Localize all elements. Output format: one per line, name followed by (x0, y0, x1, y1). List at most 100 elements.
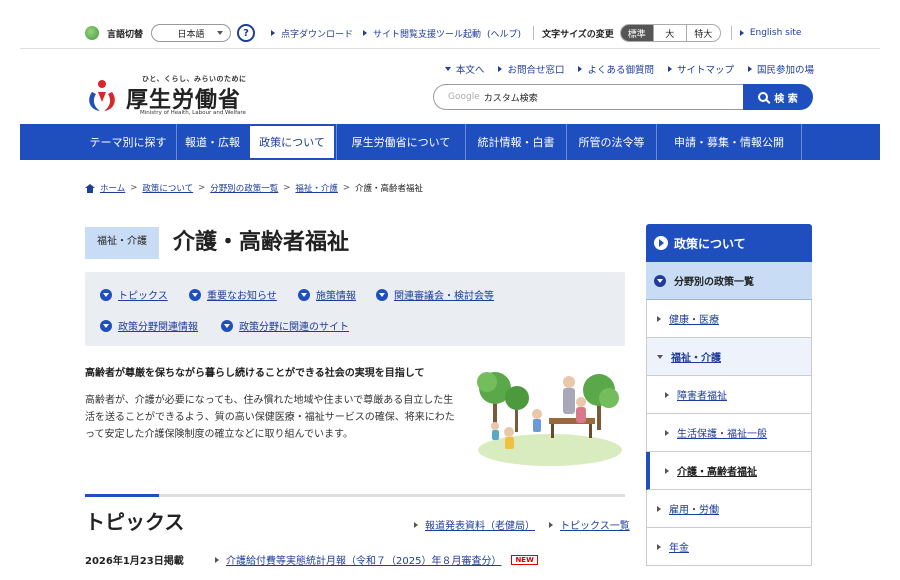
sitemap-link[interactable]: サイトマップ (667, 62, 734, 76)
anchor-councils-label: 関連審議会・検討会等 (394, 291, 494, 302)
arrow-right-icon (665, 391, 669, 398)
side-nav-item-label[interactable]: 雇用・労働 (669, 501, 719, 516)
sitemap-label: サイトマップ (676, 65, 734, 76)
side-nav-item-health[interactable]: 健康・医療 (646, 300, 812, 338)
divider (730, 26, 732, 40)
english-site-label: English site (749, 28, 802, 38)
anchor-important-notices-label: 重要なお知らせ (207, 291, 277, 302)
arrow-right-icon (215, 556, 219, 563)
anchor-related-info-label: 政策分野関連情報 (118, 322, 198, 333)
news-item: 2026年1月23日掲載 介護給付費等実態統計月報（令和７（2025）年８月審査… (85, 552, 625, 567)
search-input[interactable]: Google カスタム検索 (433, 84, 743, 110)
faq-link[interactable]: よくある御質問 (578, 62, 654, 76)
breadcrumb-policy-list[interactable]: 分野別の政策一覧 (210, 182, 278, 194)
side-nav-item-disability[interactable]: 障害者福祉 (646, 376, 812, 414)
topics-heading: トピックス (85, 510, 185, 534)
side-nav-item-elderly-care[interactable]: 介護・高齢者福祉 (646, 452, 812, 490)
accessibility-tool-link[interactable]: サイト閲覧支援ツール起動 (363, 27, 481, 40)
public-participation-link[interactable]: 国民参加の場 (747, 62, 814, 76)
contact-link[interactable]: お問合せ窓口 (498, 62, 564, 76)
side-nav-item-label[interactable]: 障害者福祉 (677, 387, 727, 402)
breadcrumb: ホーム > 政策について > 分野別の政策一覧 > 福祉・介護 > 介護・高齢者福祉 (85, 182, 423, 194)
font-size-large-button[interactable]: 大 (654, 25, 687, 41)
anchor-related-sites[interactable]: 政策分野に関連のサイト (221, 318, 349, 333)
chevron-down-icon (657, 354, 663, 359)
site-logo[interactable]: ひと、くらし、みらいのために 厚生労働省 Ministry of Health,… (84, 74, 254, 118)
chevron-down-icon (189, 288, 201, 301)
anchor-policy-info-label: 施策情報 (316, 291, 356, 302)
nav-item-policy[interactable]: 政策について (248, 124, 336, 160)
breadcrumb-current: 介護・高齢者福祉 (355, 184, 424, 194)
nav-item-press[interactable]: 報道・広報 (176, 124, 248, 160)
search-button[interactable]: 検 索 (743, 84, 813, 110)
chevron-down-icon (100, 319, 112, 332)
section-divider (85, 494, 625, 497)
help-button[interactable]: ? (237, 24, 256, 42)
arrow-right-icon (739, 30, 744, 36)
font-size-xlarge-button[interactable]: 特大 (687, 25, 720, 41)
skip-to-content-link[interactable]: 本文へ (444, 62, 484, 76)
intro-body: 高齢者が、介護が必要になっても、住み慣れた地域や住まいで尊厳ある自立した生活を送… (85, 395, 455, 440)
breadcrumb-welfare[interactable]: 福祉・介護 (295, 182, 338, 194)
chevron-down-icon (654, 274, 666, 287)
breadcrumb-home[interactable]: ホーム (100, 182, 125, 194)
side-nav-item-label[interactable]: 健康・医療 (669, 311, 719, 326)
language-select[interactable]: 日本語 (151, 24, 232, 42)
topics-list-link[interactable]: トピックス一覧 (549, 517, 630, 532)
side-nav-item-pension[interactable]: 年金 (646, 528, 812, 566)
page-title: 介護・高齢者福祉 (173, 230, 350, 255)
anchor-related-sites-label: 政策分野に関連のサイト (239, 322, 349, 333)
chevron-down-icon (376, 288, 388, 301)
language-label: 言語切替 (107, 29, 144, 40)
park-illustration (477, 372, 622, 466)
chevron-down-icon (217, 31, 224, 35)
side-nav-title[interactable]: 政策について (646, 224, 812, 262)
side-nav-item-label[interactable]: 福祉・介護 (671, 349, 721, 364)
nav-item-statistics[interactable]: 統計情報・白書 (465, 124, 566, 160)
search-placeholder: カスタム検索 (483, 93, 538, 104)
public-participation-label: 国民参加の場 (756, 65, 814, 76)
nav-item-themes[interactable]: テーマ別に探す (20, 124, 176, 160)
arrow-right-icon (667, 66, 672, 72)
anchor-councils[interactable]: 関連審議会・検討会等 (376, 287, 494, 302)
arrow-right-icon (271, 30, 276, 36)
side-nav-item-label[interactable]: 介護・高齢者福祉 (677, 463, 757, 478)
breadcrumb-policy[interactable]: 政策について (142, 182, 193, 194)
anchor-related-info[interactable]: 政策分野関連情報 (100, 318, 198, 333)
press-release-link[interactable]: 報道発表資料（老健局） (414, 517, 535, 532)
side-nav-item-welfare[interactable]: 福祉・介護 (646, 338, 812, 376)
global-nav: テーマ別に探す 報道・広報 政策について 厚生労働省について 統計情報・白書 所… (20, 124, 880, 160)
intro-lead: 高齢者が尊厳を保ちながら暮らし続けることができる社会の実現を目指して (85, 368, 425, 379)
arrow-right-icon (414, 521, 418, 528)
nav-item-applications[interactable]: 申請・募集・情報公開 (656, 124, 802, 160)
search-form: Google カスタム検索 検 索 (433, 84, 813, 110)
anchor-topics[interactable]: トピックス (100, 287, 168, 302)
anchor-important-notices[interactable]: 重要なお知らせ (189, 287, 277, 302)
search-icon (758, 92, 769, 102)
accessibility-tool-label: サイト閲覧支援ツール起動 (373, 29, 482, 40)
divider (533, 26, 535, 40)
side-nav-item-label[interactable]: 生活保護・福祉一般 (677, 425, 767, 440)
arrow-right-icon (549, 521, 553, 528)
help-link[interactable]: (ヘルプ) (487, 27, 521, 40)
font-size-standard-button[interactable]: 標準 (620, 25, 654, 41)
anchor-links: トピックス 重要なお知らせ 施策情報 関連審議会・検討会等 政策分野関連情報 政… (85, 272, 625, 346)
english-site-link[interactable]: English site (739, 28, 802, 38)
side-nav-section[interactable]: 分野別の政策一覧 (646, 262, 812, 300)
divider (20, 48, 880, 49)
arrow-right-icon (363, 30, 368, 36)
side-nav-item-employment[interactable]: 雇用・労働 (646, 490, 812, 528)
side-nav-item-public-assistance[interactable]: 生活保護・福祉一般 (646, 414, 812, 452)
braille-download-link[interactable]: 点字ダウンロード (271, 27, 353, 40)
anchor-policy-info[interactable]: 施策情報 (298, 287, 356, 302)
nav-item-laws[interactable]: 所管の法令等 (566, 124, 656, 160)
chevron-down-icon (221, 319, 233, 332)
news-link[interactable]: 介護給付費等実態統計月報（令和７（2025）年８月審査分） (226, 552, 501, 567)
side-nav-item-label[interactable]: 年金 (669, 539, 689, 554)
chevron-down-icon (100, 288, 112, 301)
play-circle-icon (654, 236, 668, 250)
news-date: 2026年1月23日掲載 (85, 556, 184, 567)
chevron-down-icon (298, 288, 310, 301)
nav-item-about-ministry[interactable]: 厚生労働省について (336, 124, 465, 160)
breadcrumb-separator: > (283, 183, 291, 193)
